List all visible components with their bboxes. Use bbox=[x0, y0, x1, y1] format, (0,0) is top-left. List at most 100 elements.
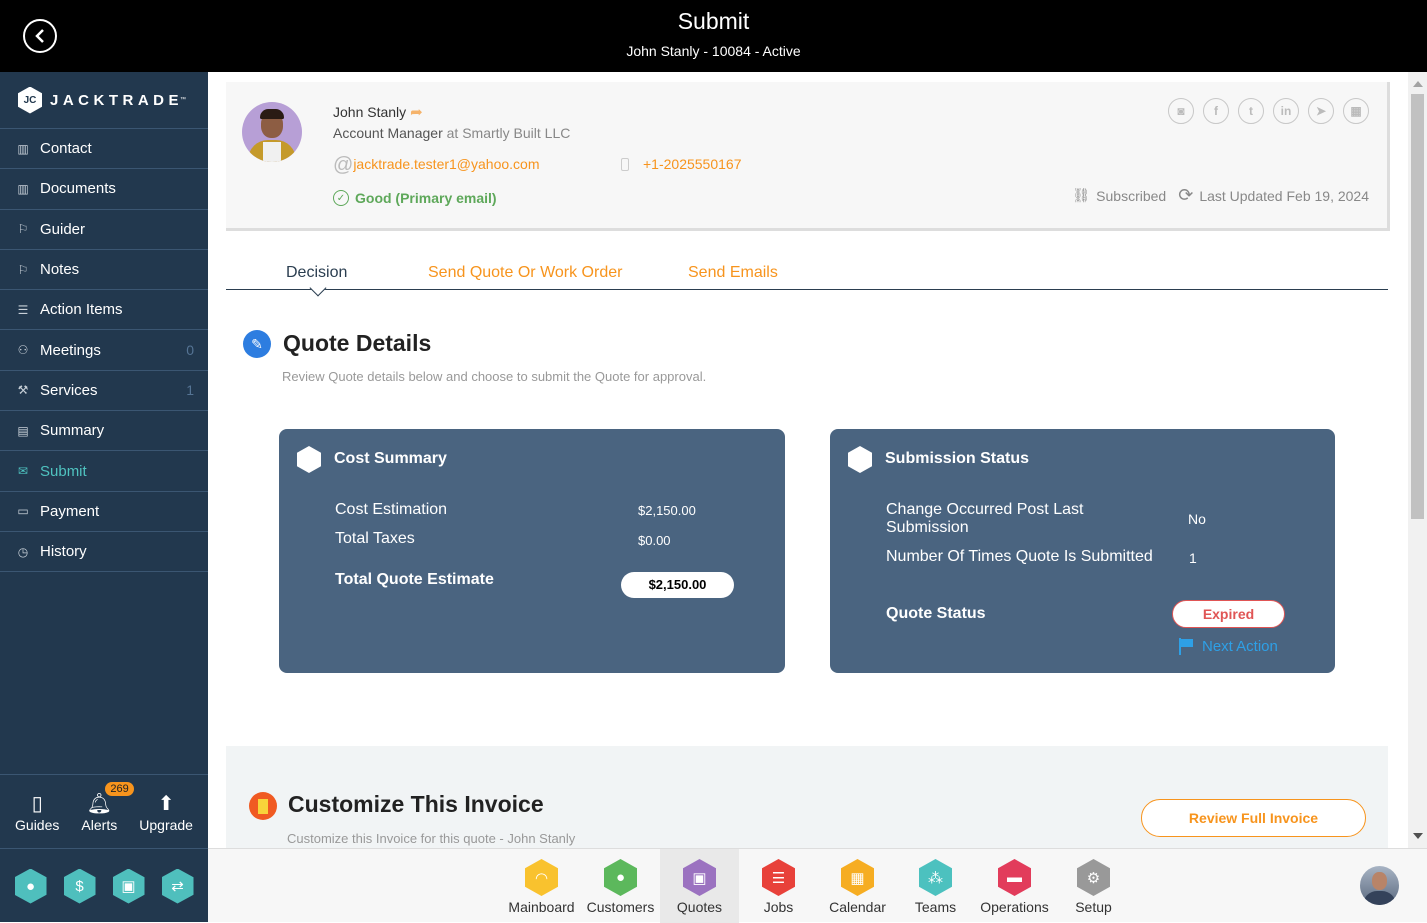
sidebar-item-label: Payment bbox=[40, 502, 100, 520]
calendar-icon: ▦ bbox=[841, 859, 874, 896]
signpost-icon: ⚐ bbox=[17, 222, 29, 237]
brand-name: JACKTRADE bbox=[50, 91, 184, 109]
contact-name: John Stanly ➦ bbox=[333, 104, 423, 121]
sidebar-item-label: Guider bbox=[40, 220, 86, 238]
email-status: ✓ Good (Primary email) bbox=[333, 190, 497, 206]
sidebar-item-label: Summary bbox=[40, 422, 105, 440]
hexagon-icon bbox=[297, 446, 321, 473]
apps-grid-icon[interactable]: ▦ bbox=[1343, 98, 1369, 124]
person-hex-button[interactable]: ● bbox=[14, 868, 47, 904]
dollar-hex-button[interactable]: $ bbox=[63, 868, 96, 904]
brand-logo[interactable]: JC JACKTRADE ™ bbox=[0, 72, 208, 129]
sidebar-item-history[interactable]: ◷ History bbox=[0, 532, 208, 573]
share-icon[interactable]: ➦ bbox=[410, 104, 423, 121]
next-action-link[interactable]: Next Action bbox=[1178, 638, 1278, 655]
sidebar-item-label: Notes bbox=[40, 261, 80, 279]
total-quote-estimate-label: Total Quote Estimate bbox=[335, 571, 494, 588]
meetings-count: 0 bbox=[186, 342, 194, 359]
sidebar-item-label: Meetings bbox=[40, 341, 101, 359]
meetings-icon: ⚇ bbox=[17, 343, 29, 358]
facebook-icon[interactable]: f bbox=[1203, 98, 1229, 124]
app-operations[interactable]: ▬ Operations bbox=[975, 849, 1054, 923]
scroll-up-arrow[interactable] bbox=[1413, 81, 1423, 87]
sidebar-item-payment[interactable]: ▭ Payment bbox=[0, 492, 208, 532]
invoice-icon bbox=[249, 792, 277, 820]
alerts-label: Alerts bbox=[81, 816, 118, 833]
sidebar-item-contact[interactable]: ▥ Contact bbox=[0, 129, 208, 170]
contact-phone-link[interactable]: +1-2025550167 bbox=[621, 156, 742, 172]
sidebar-item-submit[interactable]: ✉ Submit bbox=[0, 451, 208, 492]
submit-icon: ✉ bbox=[17, 464, 29, 479]
teams-icon: ⁂ bbox=[919, 859, 952, 896]
sidebar-item-services[interactable]: ⚒ Services 1 bbox=[0, 371, 208, 412]
arrow-up-icon: ⬆ bbox=[157, 793, 175, 815]
subscribed-icon: ⛓ bbox=[1072, 187, 1091, 203]
trademark: ™ bbox=[180, 97, 187, 103]
tab-send-quote-or-work-order[interactable]: Send Quote Or Work Order bbox=[428, 264, 622, 282]
top-bar: Submit John Stanly - 10084 - Active bbox=[0, 0, 1427, 72]
customers-icon: ● bbox=[604, 859, 637, 896]
sidebar-item-notes[interactable]: ⚐ Notes bbox=[0, 250, 208, 291]
history-icon: ◷ bbox=[17, 544, 29, 559]
app-setup[interactable]: ⚙ Setup bbox=[1054, 849, 1133, 923]
sidebar-item-action-items[interactable]: ☰ Action Items bbox=[0, 290, 208, 331]
quotes-icon: ▣ bbox=[683, 859, 716, 896]
signpost-icon: ⚐ bbox=[17, 262, 29, 277]
cost-summary-card: Cost Summary Cost Estimation $2,150.00 T… bbox=[279, 429, 785, 673]
workflow-icon: ⇄ bbox=[171, 878, 184, 895]
cost-estimation-value: $2,150.00 bbox=[638, 503, 696, 518]
alerts-button[interactable]: 🔔︎ 269 Alerts bbox=[81, 781, 134, 833]
summary-icon: ▤ bbox=[17, 423, 29, 438]
cost-summary-title: Cost Summary bbox=[334, 450, 447, 467]
briefcase-icon: ▬ bbox=[998, 859, 1031, 896]
linkedin-icon[interactable]: in bbox=[1273, 98, 1299, 124]
book-icon: ▯ bbox=[31, 793, 43, 815]
app-calendar[interactable]: ▦ Calendar bbox=[818, 849, 897, 923]
contact-email-link[interactable]: @jacktrade.tester1@yahoo.com bbox=[333, 154, 540, 177]
twitter-icon[interactable]: t bbox=[1238, 98, 1264, 124]
review-full-invoice-button[interactable]: Review Full Invoice bbox=[1141, 799, 1366, 837]
sidebar: JC JACKTRADE ™ ▥ Contact ▥ Documents ⚐ Guide… bbox=[0, 72, 208, 922]
app-quotes[interactable]: ▣ Quotes bbox=[660, 849, 739, 923]
logo-icon: JC bbox=[18, 86, 42, 114]
app-teams[interactable]: ⁂ Teams bbox=[896, 849, 975, 923]
sidebar-utilities: ▯ Guides 🔔︎ 269 Alerts ⬆ Upgrade ● $ ▣ ⇄ bbox=[0, 774, 208, 923]
main-scrollbar[interactable] bbox=[1408, 72, 1427, 848]
tab-send-emails[interactable]: Send Emails bbox=[688, 264, 778, 282]
sidebar-item-label: Action Items bbox=[40, 301, 123, 319]
app-mainboard[interactable]: ◠ Mainboard bbox=[502, 849, 581, 923]
instagram-icon[interactable]: ◙ bbox=[1168, 98, 1194, 124]
change-occurred-value: No bbox=[1188, 511, 1206, 527]
refresh-icon[interactable]: ⟳ bbox=[1178, 185, 1193, 206]
documents-icon: ▥ bbox=[17, 181, 29, 196]
sidebar-item-summary[interactable]: ▤ Summary bbox=[0, 411, 208, 452]
gear-icon: ⚙ bbox=[1077, 859, 1110, 896]
alerts-badge: 269 bbox=[105, 781, 134, 796]
scroll-thumb[interactable] bbox=[1411, 94, 1424, 519]
app-jobs[interactable]: ☰ Jobs bbox=[739, 849, 818, 923]
bottom-app-bar: ◠ Mainboard ● Customers ▣ Quotes ☰ Jobs ▦ Cal… bbox=[208, 848, 1427, 923]
workflow-hex-button[interactable]: ⇄ bbox=[161, 868, 194, 904]
money-hex-button[interactable]: ▣ bbox=[112, 868, 145, 904]
subscription-status: Subscribed bbox=[1096, 187, 1167, 204]
scroll-down-arrow[interactable] bbox=[1413, 833, 1423, 839]
sidebar-item-label: Documents bbox=[40, 180, 116, 198]
sidebar-item-documents[interactable]: ▥ Documents bbox=[0, 169, 208, 210]
flag-icon bbox=[1178, 638, 1194, 655]
quote-edit-icon: ✎ bbox=[243, 330, 271, 358]
tab-bar: Decision Send Quote Or Work Order Send E… bbox=[226, 252, 1388, 297]
sidebar-item-guider[interactable]: ⚐ Guider bbox=[0, 210, 208, 250]
contact-company: Smartly Built LLC bbox=[462, 125, 571, 141]
contact-book-icon: ▥ bbox=[17, 141, 29, 156]
quote-status-badge: Expired bbox=[1172, 600, 1285, 628]
main-content: John Stanly ➦ Account Manager at Smartly … bbox=[208, 72, 1408, 848]
user-avatar[interactable] bbox=[1360, 866, 1399, 905]
hexagon-icon bbox=[848, 446, 872, 473]
upgrade-button[interactable]: ⬆ Upgrade bbox=[139, 791, 193, 833]
sidebar-item-meetings[interactable]: ⚇ Meetings 0 bbox=[0, 330, 208, 371]
invoice-subtitle: Customize this Invoice for this quote - … bbox=[287, 831, 576, 846]
sidebar-item-label: Services bbox=[40, 381, 98, 399]
guides-button[interactable]: ▯ Guides bbox=[15, 791, 59, 833]
telegram-icon[interactable]: ➤ bbox=[1308, 98, 1334, 124]
app-customers[interactable]: ● Customers bbox=[581, 849, 660, 923]
